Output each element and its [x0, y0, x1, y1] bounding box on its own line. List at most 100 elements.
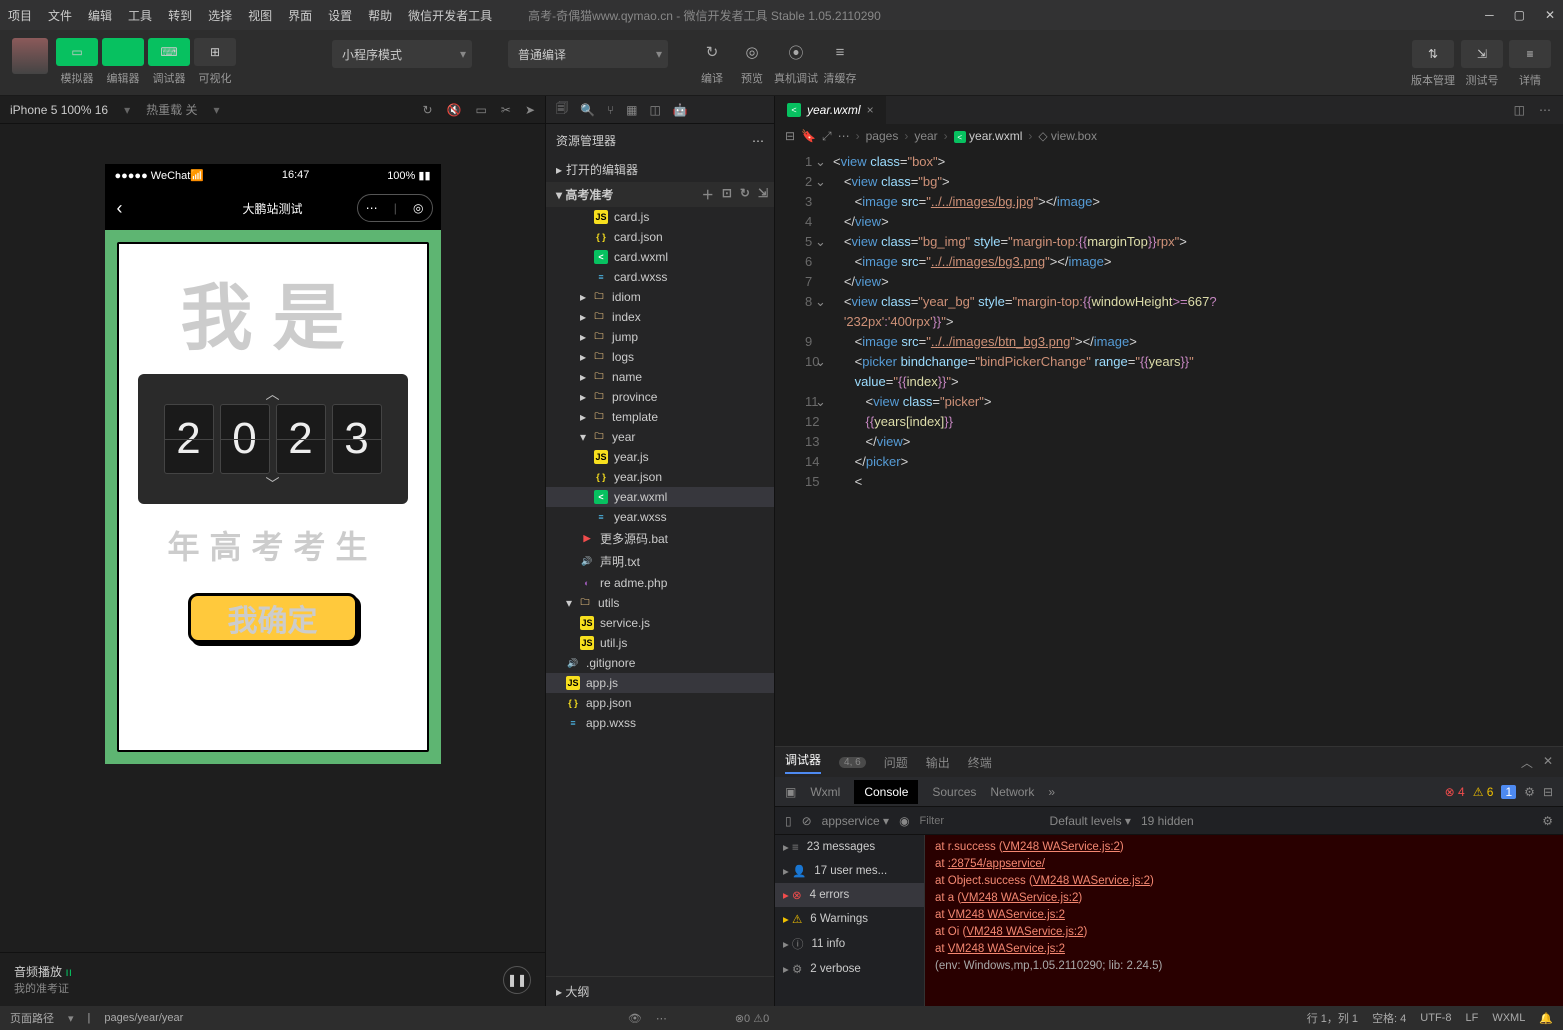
menu-文件[interactable]: 文件	[48, 7, 72, 24]
breadcrumb[interactable]: ⊟ 🔖 ⤢ ⋯› pages› year› < year.wxml› ◇ vie…	[775, 124, 1563, 148]
action-清缓存[interactable]: ≡	[822, 38, 858, 66]
tab-debugger[interactable]: 调试器	[785, 751, 821, 774]
menu-设置[interactable]: 设置	[328, 7, 352, 24]
file-app.js[interactable]: JS app.js	[546, 673, 774, 693]
gear-icon[interactable]: ⚙	[1524, 785, 1535, 799]
bell-icon[interactable]: 🔔	[1539, 1012, 1553, 1025]
branch-icon[interactable]: ⑂	[607, 103, 614, 117]
eye-icon[interactable]: ◉	[899, 814, 909, 828]
file-year.wxss[interactable]: ≡ year.wxss	[546, 507, 774, 527]
menu-转到[interactable]: 转到	[168, 7, 192, 24]
gear-icon[interactable]: ⚙	[1542, 814, 1553, 828]
right-详情[interactable]: ≡	[1509, 40, 1551, 68]
menu-项目[interactable]: 项目	[8, 7, 32, 24]
levels-selector[interactable]: Default levels ▾	[1050, 814, 1131, 828]
robot-icon[interactable]: 🤖	[673, 103, 688, 117]
close-tab-icon[interactable]: ×	[867, 103, 874, 117]
mode-调试器[interactable]: ⌨	[148, 38, 190, 66]
layers-icon[interactable]: ◫	[650, 103, 661, 117]
path-label[interactable]: 页面路径	[10, 1010, 54, 1026]
clear-icon[interactable]: ⊘	[802, 814, 812, 828]
menu-微信开发者工具[interactable]: 微信开发者工具	[408, 7, 492, 24]
grid-icon[interactable]: ▦	[626, 103, 637, 117]
console-filter[interactable]: ▸ ⚠ 6 Warnings	[775, 907, 924, 931]
tab-terminal[interactable]: 终端	[968, 754, 992, 771]
right-版本管理[interactable]: ⇅	[1412, 40, 1454, 68]
capsule-button[interactable]: ⋯|◎	[357, 194, 433, 222]
new-file-icon[interactable]: ＋	[702, 186, 714, 203]
file-re adme.php[interactable]: ◐ re adme.php	[546, 573, 774, 593]
refresh-icon[interactable]: ↻	[740, 186, 750, 203]
inspect-icon[interactable]: ▣	[785, 785, 796, 799]
cursor-position[interactable]: 行 1，列 1	[1307, 1010, 1358, 1026]
console-filter[interactable]: ▸ ⊗ 4 errors	[775, 883, 924, 907]
menu-帮助[interactable]: 帮助	[368, 7, 392, 24]
file-year.wxml[interactable]: < year.wxml	[546, 487, 774, 507]
eye-icon[interactable]: 👁	[628, 1012, 642, 1025]
search-icon[interactable]: 🔍	[580, 103, 595, 117]
more-icon[interactable]: ⋯	[656, 1012, 667, 1025]
file-logs[interactable]: ▸ 🗀 logs	[546, 347, 774, 367]
split-icon[interactable]: ◫	[1514, 103, 1525, 117]
file-app.wxss[interactable]: ≡ app.wxss	[546, 713, 774, 733]
file-card.wxml[interactable]: < card.wxml	[546, 247, 774, 267]
mode-dropdown[interactable]: 小程序模式	[332, 40, 472, 68]
hot-reload-toggle[interactable]: 热重载 关	[146, 101, 197, 118]
action-真机调试[interactable]: ⦿	[778, 38, 814, 66]
tab-output[interactable]: 输出	[926, 754, 950, 771]
tab-wxml[interactable]: Wxml	[810, 785, 840, 799]
indent-setting[interactable]: 空格: 4	[1372, 1010, 1406, 1026]
console-filter[interactable]: ▸ ⚙ 2 verbose	[775, 957, 924, 981]
file-year.js[interactable]: JS year.js	[546, 447, 774, 467]
file-card.wxss[interactable]: ≡ card.wxss	[546, 267, 774, 287]
phone-simulator[interactable]: ●●●●● WeChat📶 16:47 100% ▮▮ ‹ 大鹏站测试 ⋯|◎ …	[105, 164, 441, 764]
device-selector[interactable]: iPhone 5 100% 16	[10, 103, 108, 117]
warning-count[interactable]: ⚠ 6	[1473, 785, 1494, 799]
tab-network[interactable]: Network	[990, 785, 1034, 799]
mode-可视化[interactable]: ⊞	[194, 38, 236, 66]
arrow-icon[interactable]: ➤	[525, 103, 535, 117]
close-icon[interactable]: ✕	[1543, 754, 1553, 771]
file-app.json[interactable]: { } app.json	[546, 693, 774, 713]
open-editors-section[interactable]: ▸ 打开的编辑器	[546, 157, 774, 182]
console-filter[interactable]: ▸ ⓘ 11 info	[775, 931, 924, 957]
action-预览[interactable]: ◎	[734, 38, 770, 66]
sidebar-toggle-icon[interactable]: ▯	[785, 814, 792, 828]
avatar[interactable]	[12, 38, 48, 74]
menu-界面[interactable]: 界面	[288, 7, 312, 24]
tab-console[interactable]: Console	[854, 780, 918, 804]
bookmark-icon[interactable]: 🔖	[801, 129, 816, 143]
menu-工具[interactable]: 工具	[128, 7, 152, 24]
action-编译[interactable]: ↻	[694, 38, 730, 66]
outline-section[interactable]: ▸ 大纲	[546, 976, 774, 1006]
console-filter[interactable]: ▸ ≡ 23 messages	[775, 835, 924, 859]
more-icon[interactable]: ⋯	[752, 134, 764, 148]
encoding[interactable]: UTF-8	[1420, 1012, 1451, 1024]
play-button[interactable]: ❚❚	[503, 966, 531, 994]
right-测试号[interactable]: ⇲	[1461, 40, 1503, 68]
file-template[interactable]: ▸ 🗀 template	[546, 407, 774, 427]
menu-视图[interactable]: 视图	[248, 7, 272, 24]
close-button[interactable]: ✕	[1545, 8, 1555, 22]
mode-模拟器[interactable]: ▭	[56, 38, 98, 66]
tab-issues[interactable]: 问题	[884, 754, 908, 771]
console-filter[interactable]: ▸ 👤 17 user mes...	[775, 859, 924, 883]
rotate-icon[interactable]: ↻	[423, 103, 433, 117]
file-index[interactable]: ▸ 🗀 index	[546, 307, 774, 327]
year-picker[interactable]: ︿ 2023 ﹀	[138, 374, 408, 504]
compile-dropdown[interactable]: 普通编译	[508, 40, 668, 68]
file-jump[interactable]: ▸ 🗀 jump	[546, 327, 774, 347]
file-province[interactable]: ▸ 🗀 province	[546, 387, 774, 407]
context-selector[interactable]: appservice ▾	[822, 814, 889, 828]
file-更多源码.bat[interactable]: ▶ 更多源码.bat	[546, 527, 774, 550]
back-icon[interactable]: ‹	[117, 198, 123, 219]
file-card.json[interactable]: { } card.json	[546, 227, 774, 247]
code-editor[interactable]: 1 2 3 4 5 6 7 8 9 10 11 12 13 14 15 ⌄ ⌄ …	[775, 148, 1563, 746]
chevron-down-icon[interactable]: ﹀	[266, 474, 280, 494]
hidden-count[interactable]: 19 hidden	[1141, 814, 1194, 828]
error-count[interactable]: ⊗ 4	[1445, 785, 1465, 799]
maximize-button[interactable]: ▢	[1514, 8, 1525, 22]
file-声明.txt[interactable]: 🔊 声明.txt	[546, 550, 774, 573]
file-year.json[interactable]: { } year.json	[546, 467, 774, 487]
file-utils[interactable]: ▾ 🗀 utils	[546, 593, 774, 613]
